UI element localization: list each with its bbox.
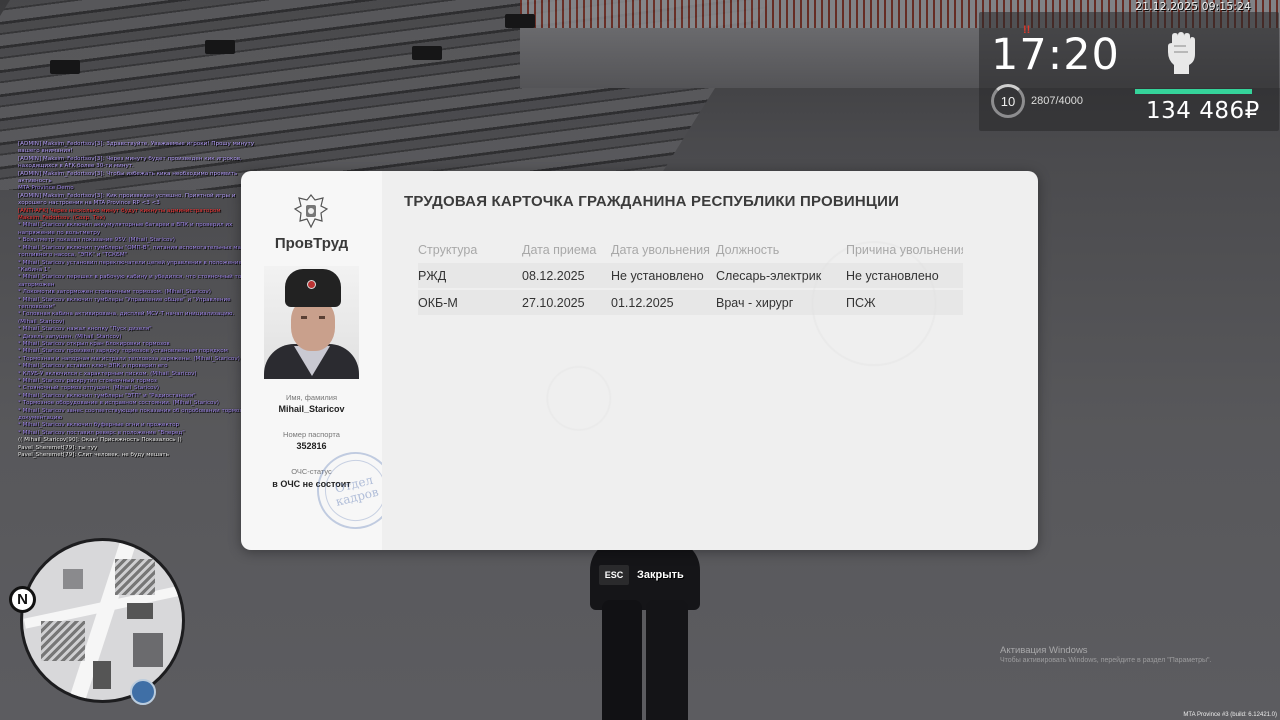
chat-line: * Mihail_Staricov включил тумблеры "Упра…	[18, 296, 231, 310]
fist-icon	[1168, 32, 1195, 74]
chat-line: * Локомотив заторможен стояночным тормоз…	[18, 289, 211, 296]
chat-line: * Тормозное оборудование в исправном сос…	[18, 400, 219, 407]
cell-position: Слесарь-электрик	[716, 268, 822, 283]
chat-line: * Mihail_Staricov включил аккумуляторные…	[18, 222, 233, 236]
column-header: Причина увольнения	[846, 243, 963, 257]
org-name: ПровТруд	[274, 235, 349, 252]
datetime: 21.12.2025 09:15:24	[1135, 0, 1251, 13]
chat-line: (( Mihail_Staricov[90]: Окак! Присяжност…	[18, 437, 182, 444]
track-post	[205, 40, 235, 54]
health-bar-fill	[1135, 89, 1252, 94]
track-post	[50, 60, 80, 74]
name-label: Имя, фамилия	[285, 393, 338, 402]
level-value: 10	[1000, 93, 1016, 109]
windows-activation-subtitle: Чтобы активировать Windows, перейдите в …	[1000, 657, 1212, 664]
level-ring: 10	[991, 84, 1025, 118]
citizen-name: Mihail_Staricov	[278, 404, 345, 414]
chat-line: * Mihail_Staricov произвел зарядку тормо…	[18, 348, 228, 355]
table-row: ОКБ-М 27.10.2025 01.12.2025 Врач - хирур…	[418, 290, 963, 315]
cell-dismissal-reason: ПСЖ	[846, 295, 876, 310]
employment-panel: ТРУДОВАЯ КАРТОЧКА ГРАЖДАНИНА РЕСПУБЛИКИ …	[382, 171, 1038, 550]
chat-log: [ADMIN] Maksim_Fedortsov[3]: Здравствуйт…	[18, 141, 258, 459]
citizen-photo	[264, 266, 359, 379]
xp-counter: 2807/4000	[1031, 95, 1083, 107]
cell-dismissal-date: Не установлено	[611, 268, 704, 283]
chat-line: [ADMIN] Maksim_Fedortsov[3]: Здравствуйт…	[18, 141, 255, 155]
chat-line: * Mihail_Staricov нажал кнопку "Пуск диз…	[18, 326, 152, 333]
cell-position: Врач - хирург	[716, 295, 794, 310]
cell-hire-date: 08.12.2025	[522, 268, 585, 283]
chat-line: * Mihail_Staricov установил переключател…	[18, 259, 242, 273]
column-header: Дата приема	[522, 243, 597, 257]
card-title: ТРУДОВАЯ КАРТОЧКА ГРАЖДАНИНА РЕСПУБЛИКИ …	[404, 193, 900, 210]
game-time: 17:20	[991, 30, 1120, 80]
build-info: MTA Province #3 (build: 6.12421.0)	[1183, 712, 1277, 718]
chat-line: * Mihail_Staricov включил буферные огни …	[18, 422, 180, 429]
column-header: Дата увольнения	[611, 243, 710, 257]
cell-dismissal-date: 01.12.2025	[611, 295, 674, 310]
cell-structure: РЖД	[418, 268, 447, 283]
chat-line: * Дизель запущен. (Mihail_Staricov)	[18, 333, 122, 340]
chat-line: [ADMIN] Maksim_Fedortsov[3]: Кик произве…	[18, 192, 236, 207]
player-marker-icon	[130, 679, 156, 705]
eagle-emblem-icon	[293, 194, 329, 229]
chat-line: Pavel_Sheremet[79]: Слит человек, не буд…	[18, 452, 169, 459]
chat-line: [ANTI-AFK] Через несколько минут будут к…	[18, 207, 221, 222]
chat-line: * КЛУБ-У включился с характерным писком.…	[18, 370, 197, 377]
column-header: Должность	[716, 243, 780, 257]
close-button[interactable]: ESC Закрыть	[599, 565, 684, 585]
chat-line: * Стояночный тормоз отпущен. (Mihail_Sta…	[18, 385, 160, 392]
chat-line: Pavel_Sheremet[79]: ты туу	[18, 444, 98, 451]
cell-hire-date: 27.10.2025	[522, 295, 585, 310]
column-header: Структура	[418, 243, 478, 257]
stamp-line-1: Отдел	[333, 472, 375, 496]
chat-line: * Вольтметр показал показание 95V. (Miha…	[18, 237, 175, 244]
cell-structure: ОКБ-М	[418, 295, 458, 310]
track-post	[412, 46, 442, 60]
chat-line: [ADMIN] Maksim_Fedortsov[3]: Чтобы избеж…	[18, 170, 238, 185]
chat-line: * Mihail_Staricov занес соответствующие …	[18, 407, 255, 422]
esc-key[interactable]: ESC	[599, 565, 629, 585]
work-card-dialog: ПровТруд Имя, фамилия Mihail_Staricov Но…	[241, 171, 1038, 550]
table-header: Структура Дата приема Дата увольнения До…	[418, 243, 963, 257]
passport-number: 352816	[296, 441, 327, 451]
chat-line: * Mihail_Staricov перешел в рабочую каби…	[18, 274, 256, 288]
employment-table: Структура Дата приема Дата увольнения До…	[418, 243, 963, 317]
chat-line: MTA Province Demo	[18, 185, 74, 192]
table-row: РЖД 08.12.2025 Не установлено Слесарь-эл…	[418, 263, 963, 288]
windows-activation-title: Активация Windows	[1000, 645, 1088, 656]
chat-line: * Mihail_Staricov включил тумблеры "ОМП-…	[18, 244, 256, 259]
money-balance: 134 486₽	[1146, 98, 1260, 124]
close-label[interactable]: Закрыть	[637, 569, 684, 581]
cell-dismissal-reason: Не установлено	[846, 268, 939, 283]
minimap	[20, 538, 185, 703]
chat-line: * Mihail_Staricov вставил ключ ЭПК и про…	[18, 363, 168, 370]
chat-line: [ADMIN] Maksim_Fedortsov[3]: Через минут…	[18, 155, 242, 170]
north-compass-icon: N	[9, 586, 36, 613]
chat-line: * Головная кабина активирована, дисплей …	[18, 311, 235, 325]
passport-label: Номер паспорта	[283, 430, 340, 439]
hud-panel: 21.12.2025 09:15:24 !! 17:20 10 2807/400…	[979, 0, 1279, 131]
track-post	[505, 14, 535, 28]
health-bar	[1135, 89, 1252, 94]
